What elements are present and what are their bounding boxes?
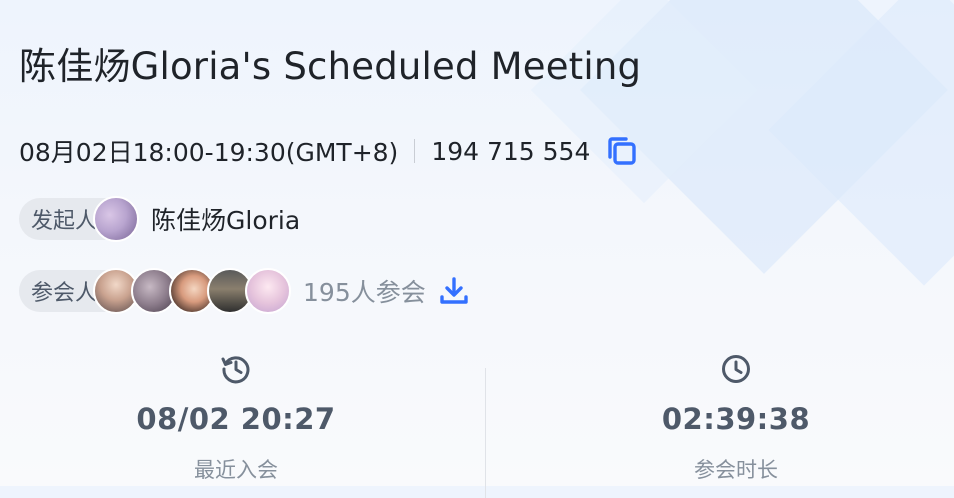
clock-icon <box>719 352 753 386</box>
meeting-time: 08月02日18:00-19:30(GMT+8) <box>19 138 399 167</box>
divider <box>414 139 416 163</box>
host-role-label: 发起人 <box>31 209 98 234</box>
copy-icon[interactable] <box>604 133 640 169</box>
duration-value: 02:39:38 <box>661 402 811 436</box>
history-icon <box>219 352 253 386</box>
recent-join-value: 08/02 20:27 <box>136 402 336 436</box>
duration-stat: 02:39:38 参会时长 <box>616 352 856 484</box>
participants-role-label: 参会人 <box>31 281 98 306</box>
meeting-id: 194 715 554 <box>431 136 591 166</box>
background-decoration <box>530 0 758 204</box>
recent-join-label: 最近入会 <box>194 458 278 482</box>
host-row: 发起人 陈佳炀Gloria <box>19 196 300 242</box>
meeting-title: 陈佳炀Gloria's Scheduled Meeting <box>19 45 642 88</box>
participants-row: 参会人 195人参会 <box>19 268 470 314</box>
background-decoration <box>768 0 954 286</box>
recent-join-stat: 08/02 20:27 最近入会 <box>116 352 356 484</box>
meeting-info-row: 08月02日18:00-19:30(GMT+8) 194 715 554 <box>19 132 640 170</box>
host-name: 陈佳炀Gloria <box>151 206 301 235</box>
participant-avatars[interactable] <box>93 268 292 314</box>
duration-label: 参会时长 <box>694 458 778 482</box>
host-avatar[interactable] <box>93 196 140 242</box>
download-icon[interactable] <box>438 275 470 307</box>
avatar[interactable] <box>245 268 292 314</box>
participants-count[interactable]: 195人参会 <box>303 273 426 309</box>
stats-divider <box>485 368 486 498</box>
